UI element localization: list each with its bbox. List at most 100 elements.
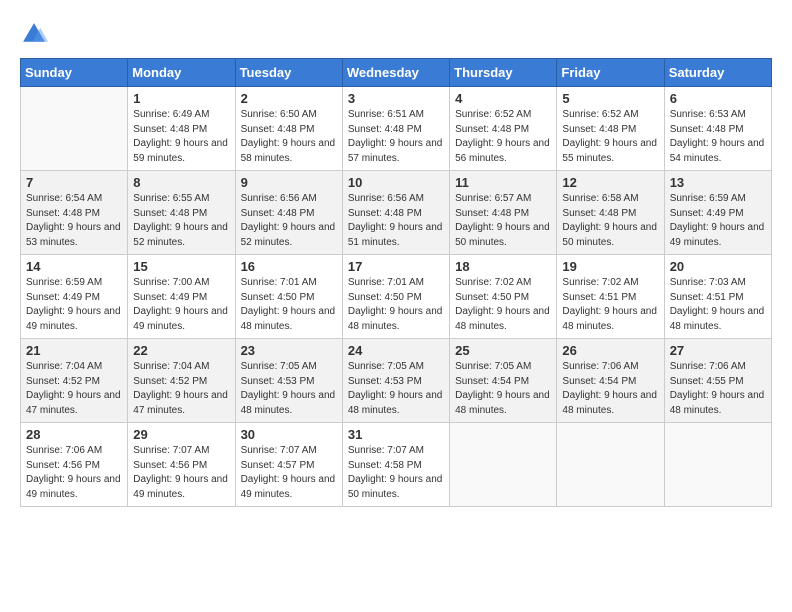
day-number: 13 bbox=[670, 175, 766, 190]
day-number: 8 bbox=[133, 175, 229, 190]
day-number: 5 bbox=[562, 91, 658, 106]
calendar-cell: 9 Sunrise: 6:56 AMSunset: 4:48 PMDaylight… bbox=[235, 171, 342, 255]
calendar-cell: 22 Sunrise: 7:04 AMSunset: 4:52 PMDayligh… bbox=[128, 339, 235, 423]
calendar-cell: 21 Sunrise: 7:04 AMSunset: 4:52 PMDayligh… bbox=[21, 339, 128, 423]
day-info: Sunrise: 7:01 AMSunset: 4:50 PMDaylight:… bbox=[241, 276, 337, 334]
day-info: Sunrise: 7:02 AMSunset: 4:51 PMDaylight:… bbox=[562, 276, 658, 334]
calendar-cell: 20 Sunrise: 7:03 AMSunset: 4:51 PMDayligh… bbox=[664, 255, 771, 339]
header-saturday: Saturday bbox=[664, 59, 771, 87]
calendar-cell: 10 Sunrise: 6:56 AMSunset: 4:48 PMDayligh… bbox=[342, 171, 449, 255]
day-number: 27 bbox=[670, 343, 766, 358]
calendar-week-row: 28 Sunrise: 7:06 AMSunset: 4:56 PMDayligh… bbox=[21, 423, 772, 507]
calendar-cell: 28 Sunrise: 7:06 AMSunset: 4:56 PMDayligh… bbox=[21, 423, 128, 507]
day-number: 4 bbox=[455, 91, 551, 106]
day-number: 2 bbox=[241, 91, 337, 106]
day-info: Sunrise: 6:56 AMSunset: 4:48 PMDaylight:… bbox=[241, 192, 337, 250]
day-info: Sunrise: 7:05 AMSunset: 4:53 PMDaylight:… bbox=[241, 360, 337, 418]
calendar-cell: 4 Sunrise: 6:52 AMSunset: 4:48 PMDaylight… bbox=[450, 87, 557, 171]
calendar-cell: 11 Sunrise: 6:57 AMSunset: 4:48 PMDayligh… bbox=[450, 171, 557, 255]
day-number: 21 bbox=[26, 343, 122, 358]
day-number: 28 bbox=[26, 427, 122, 442]
calendar-cell: 1 Sunrise: 6:49 AMSunset: 4:48 PMDaylight… bbox=[128, 87, 235, 171]
calendar-cell bbox=[664, 423, 771, 507]
day-info: Sunrise: 6:49 AMSunset: 4:48 PMDaylight:… bbox=[133, 108, 229, 166]
day-info: Sunrise: 6:59 AMSunset: 4:49 PMDaylight:… bbox=[670, 192, 766, 250]
day-info: Sunrise: 6:56 AMSunset: 4:48 PMDaylight:… bbox=[348, 192, 444, 250]
calendar-week-row: 7 Sunrise: 6:54 AMSunset: 4:48 PMDaylight… bbox=[21, 171, 772, 255]
day-info: Sunrise: 7:01 AMSunset: 4:50 PMDaylight:… bbox=[348, 276, 444, 334]
calendar-cell: 18Sunrise: 7:02 AMSunset: 4:50 PMDayligh… bbox=[450, 255, 557, 339]
day-number: 11 bbox=[455, 175, 551, 190]
calendar-cell: 8 Sunrise: 6:55 AMSunset: 4:48 PMDaylight… bbox=[128, 171, 235, 255]
day-number: 1 bbox=[133, 91, 229, 106]
day-info: Sunrise: 7:07 AMSunset: 4:56 PMDaylight:… bbox=[133, 444, 229, 502]
day-number: 25 bbox=[455, 343, 551, 358]
day-info: Sunrise: 6:53 AMSunset: 4:48 PMDaylight:… bbox=[670, 108, 766, 166]
day-number: 7 bbox=[26, 175, 122, 190]
header-friday: Friday bbox=[557, 59, 664, 87]
day-number: 23 bbox=[241, 343, 337, 358]
day-number: 18 bbox=[455, 259, 551, 274]
calendar-cell: 14 Sunrise: 6:59 AMSunset: 4:49 PMDayligh… bbox=[21, 255, 128, 339]
calendar-table: SundayMondayTuesdayWednesdayThursdayFrid… bbox=[20, 58, 772, 507]
calendar-cell: 7 Sunrise: 6:54 AMSunset: 4:48 PMDaylight… bbox=[21, 171, 128, 255]
day-number: 16 bbox=[241, 259, 337, 274]
day-info: Sunrise: 6:57 AMSunset: 4:48 PMDaylight:… bbox=[455, 192, 551, 250]
calendar-header-row: SundayMondayTuesdayWednesdayThursdayFrid… bbox=[21, 59, 772, 87]
day-number: 10 bbox=[348, 175, 444, 190]
day-info: Sunrise: 7:07 AMSunset: 4:58 PMDaylight:… bbox=[348, 444, 444, 502]
day-info: Sunrise: 6:50 AMSunset: 4:48 PMDaylight:… bbox=[241, 108, 337, 166]
calendar-cell: 27 Sunrise: 7:06 AMSunset: 4:55 PMDayligh… bbox=[664, 339, 771, 423]
day-info: Sunrise: 7:05 AMSunset: 4:53 PMDaylight:… bbox=[348, 360, 444, 418]
day-info: Sunrise: 7:04 AMSunset: 4:52 PMDaylight:… bbox=[133, 360, 229, 418]
day-info: Sunrise: 6:51 AMSunset: 4:48 PMDaylight:… bbox=[348, 108, 444, 166]
day-info: Sunrise: 6:52 AMSunset: 4:48 PMDaylight:… bbox=[455, 108, 551, 166]
calendar-cell: 24 Sunrise: 7:05 AMSunset: 4:53 PMDayligh… bbox=[342, 339, 449, 423]
day-info: Sunrise: 6:59 AMSunset: 4:49 PMDaylight:… bbox=[26, 276, 122, 334]
day-number: 9 bbox=[241, 175, 337, 190]
day-info: Sunrise: 6:54 AMSunset: 4:48 PMDaylight:… bbox=[26, 192, 122, 250]
calendar-cell: 29 Sunrise: 7:07 AMSunset: 4:56 PMDayligh… bbox=[128, 423, 235, 507]
day-number: 14 bbox=[26, 259, 122, 274]
calendar-cell: 2 Sunrise: 6:50 AMSunset: 4:48 PMDaylight… bbox=[235, 87, 342, 171]
header-monday: Monday bbox=[128, 59, 235, 87]
day-number: 29 bbox=[133, 427, 229, 442]
header-tuesday: Tuesday bbox=[235, 59, 342, 87]
day-info: Sunrise: 7:06 AMSunset: 4:55 PMDaylight:… bbox=[670, 360, 766, 418]
day-info: Sunrise: 7:00 AMSunset: 4:49 PMDaylight:… bbox=[133, 276, 229, 334]
calendar-cell: 23 Sunrise: 7:05 AMSunset: 4:53 PMDayligh… bbox=[235, 339, 342, 423]
calendar-cell bbox=[557, 423, 664, 507]
calendar-cell: 19Sunrise: 7:02 AMSunset: 4:51 PMDayligh… bbox=[557, 255, 664, 339]
calendar-week-row: 14 Sunrise: 6:59 AMSunset: 4:49 PMDayligh… bbox=[21, 255, 772, 339]
header-wednesday: Wednesday bbox=[342, 59, 449, 87]
calendar-cell: 31 Sunrise: 7:07 AMSunset: 4:58 PMDayligh… bbox=[342, 423, 449, 507]
day-info: Sunrise: 6:58 AMSunset: 4:48 PMDaylight:… bbox=[562, 192, 658, 250]
day-number: 22 bbox=[133, 343, 229, 358]
calendar-cell: 25Sunrise: 7:05 AMSunset: 4:54 PMDayligh… bbox=[450, 339, 557, 423]
day-number: 24 bbox=[348, 343, 444, 358]
day-info: Sunrise: 6:52 AMSunset: 4:48 PMDaylight:… bbox=[562, 108, 658, 166]
page-header bbox=[20, 20, 772, 48]
day-number: 20 bbox=[670, 259, 766, 274]
day-number: 3 bbox=[348, 91, 444, 106]
calendar-cell: 16 Sunrise: 7:01 AMSunset: 4:50 PMDayligh… bbox=[235, 255, 342, 339]
day-info: Sunrise: 7:06 AMSunset: 4:56 PMDaylight:… bbox=[26, 444, 122, 502]
logo-icon bbox=[20, 20, 48, 48]
day-number: 12 bbox=[562, 175, 658, 190]
header-sunday: Sunday bbox=[21, 59, 128, 87]
calendar-cell: 17 Sunrise: 7:01 AMSunset: 4:50 PMDayligh… bbox=[342, 255, 449, 339]
calendar-cell: 13 Sunrise: 6:59 AMSunset: 4:49 PMDayligh… bbox=[664, 171, 771, 255]
calendar-cell: 26Sunrise: 7:06 AMSunset: 4:54 PMDayligh… bbox=[557, 339, 664, 423]
day-info: Sunrise: 7:07 AMSunset: 4:57 PMDaylight:… bbox=[241, 444, 337, 502]
day-number: 15 bbox=[133, 259, 229, 274]
calendar-cell bbox=[21, 87, 128, 171]
calendar-week-row: 21 Sunrise: 7:04 AMSunset: 4:52 PMDayligh… bbox=[21, 339, 772, 423]
day-number: 17 bbox=[348, 259, 444, 274]
calendar-week-row: 1 Sunrise: 6:49 AMSunset: 4:48 PMDaylight… bbox=[21, 87, 772, 171]
calendar-cell bbox=[450, 423, 557, 507]
day-number: 31 bbox=[348, 427, 444, 442]
day-info: Sunrise: 7:04 AMSunset: 4:52 PMDaylight:… bbox=[26, 360, 122, 418]
day-info: Sunrise: 6:55 AMSunset: 4:48 PMDaylight:… bbox=[133, 192, 229, 250]
day-info: Sunrise: 7:03 AMSunset: 4:51 PMDaylight:… bbox=[670, 276, 766, 334]
day-number: 30 bbox=[241, 427, 337, 442]
